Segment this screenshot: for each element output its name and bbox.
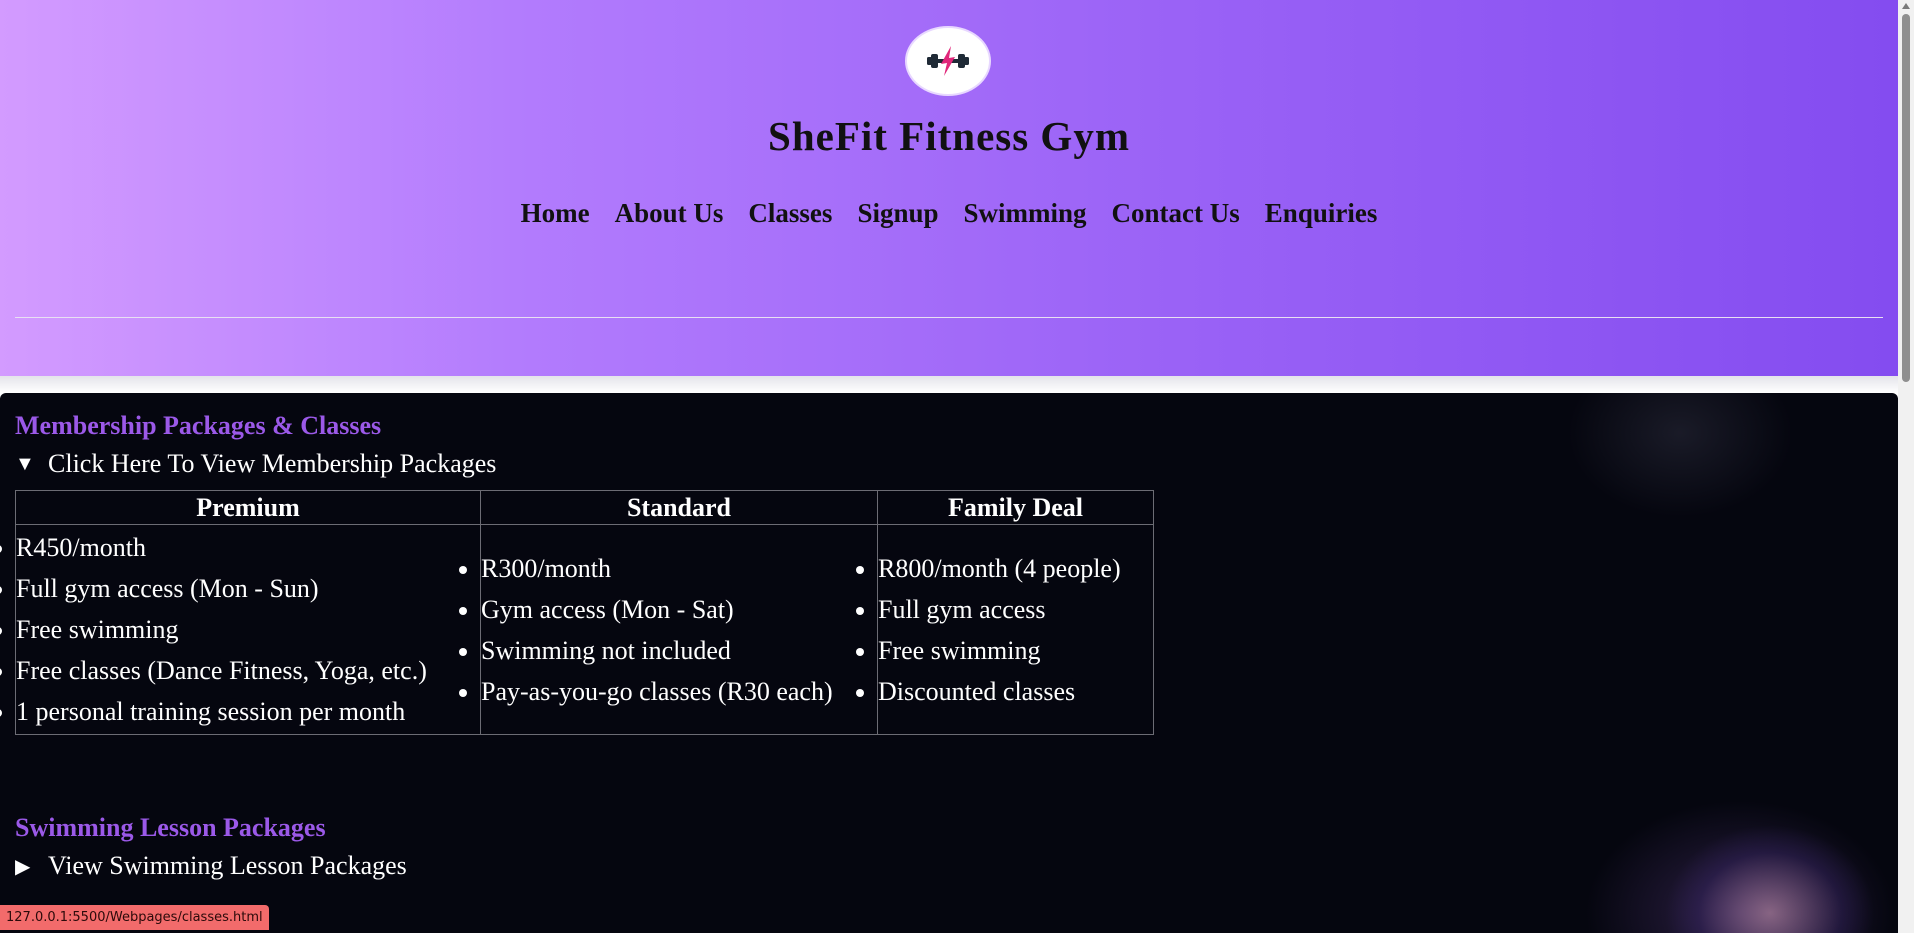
dumbbell-lightning-icon: [927, 46, 969, 76]
scroll-up-arrow-icon[interactable]: [1902, 3, 1910, 9]
site-header: SheFit Fitness Gym Home About Us Classes…: [0, 0, 1898, 376]
membership-table: Premium Standard Family Deal R450/month …: [15, 490, 1154, 735]
status-bar-url: 127.0.0.1:5500/Webpages/classes.html: [0, 905, 269, 930]
membership-toggle-label: Click Here To View Membership Packages: [48, 449, 497, 478]
family-deal-features: R800/month (4 people) Full gym access Fr…: [878, 548, 1153, 712]
swimming-heading: Swimming Lesson Packages: [15, 813, 326, 842]
header-divider: [15, 317, 1883, 318]
list-item: Discounted classes: [878, 671, 1153, 712]
list-item: R300/month: [481, 548, 877, 589]
premium-features: R450/month Full gym access (Mon - Sun) F…: [16, 527, 480, 732]
list-item: Free swimming: [16, 609, 480, 650]
background-photo: [1600, 723, 1898, 933]
scrollbar-thumb[interactable]: [1902, 14, 1910, 382]
list-item: 1 personal training session per month: [16, 691, 480, 732]
standard-cell: R300/month Gym access (Mon - Sat) Swimmi…: [480, 524, 878, 735]
vertical-scrollbar[interactable]: [1898, 0, 1914, 933]
list-item: Free swimming: [878, 630, 1153, 671]
list-item: Swimming not included: [481, 630, 877, 671]
list-item: Full gym access: [878, 589, 1153, 630]
nav-home[interactable]: Home: [508, 198, 602, 229]
nav-signup[interactable]: Signup: [845, 198, 951, 229]
main-nav: Home About Us Classes Signup Swimming Co…: [0, 198, 1898, 229]
table-row: R450/month Full gym access (Mon - Sun) F…: [15, 524, 1154, 735]
list-item: Gym access (Mon - Sat): [481, 589, 877, 630]
column-header-premium: Premium: [15, 490, 481, 525]
swimming-toggle[interactable]: ▶ View Swimming Lesson Packages: [15, 851, 407, 881]
collapsed-triangle-icon: ▶: [15, 855, 31, 878]
list-item: R450/month: [16, 527, 480, 568]
nav-contact-us[interactable]: Contact Us: [1099, 198, 1252, 229]
premium-cell: R450/month Full gym access (Mon - Sun) F…: [15, 524, 481, 735]
main-content: Membership Packages & Classes ▼ Click He…: [0, 393, 1898, 933]
membership-heading: Membership Packages & Classes: [15, 411, 382, 440]
family-deal-cell: R800/month (4 people) Full gym access Fr…: [877, 524, 1154, 735]
nav-classes[interactable]: Classes: [736, 198, 845, 229]
nav-about-us[interactable]: About Us: [602, 198, 736, 229]
table-header-row: Premium Standard Family Deal: [15, 490, 1154, 525]
list-item: Pay-as-you-go classes (R30 each): [481, 671, 877, 712]
gym-logo[interactable]: [907, 28, 989, 94]
swimming-toggle-label: View Swimming Lesson Packages: [48, 851, 407, 880]
expanded-triangle-icon: ▼: [15, 452, 35, 475]
list-item: R800/month (4 people): [878, 548, 1153, 589]
column-header-family-deal: Family Deal: [877, 490, 1154, 525]
nav-swimming[interactable]: Swimming: [951, 198, 1099, 229]
standard-features: R300/month Gym access (Mon - Sat) Swimmi…: [481, 548, 877, 712]
nav-enquiries[interactable]: Enquiries: [1252, 198, 1390, 229]
membership-toggle[interactable]: ▼ Click Here To View Membership Packages: [15, 449, 496, 479]
list-item: Free classes (Dance Fitness, Yoga, etc.): [16, 650, 480, 691]
column-header-standard: Standard: [480, 490, 878, 525]
list-item: Full gym access (Mon - Sun): [16, 568, 480, 609]
site-title: SheFit Fitness Gym: [768, 113, 1130, 159]
section-separator: [0, 376, 1898, 393]
